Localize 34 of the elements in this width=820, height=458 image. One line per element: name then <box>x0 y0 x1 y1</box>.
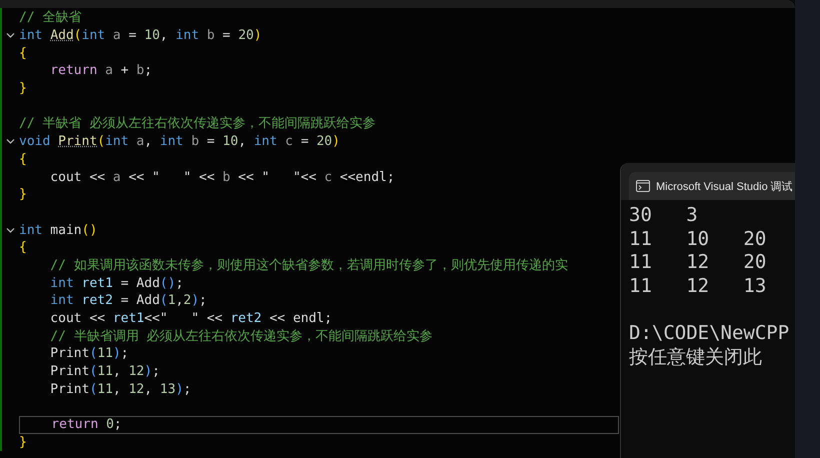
code-comment: // 全缺省 <box>19 9 82 26</box>
console-output-line: 11 12 20 <box>629 251 768 275</box>
code-line: int ret1 = Add(); <box>49 274 184 292</box>
collapse-icon[interactable] <box>6 31 15 40</box>
code-line: int main() <box>19 222 98 239</box>
console-tab[interactable]: Microsoft Visual Studio 调试 <box>629 172 795 200</box>
code-line: { <box>19 150 27 168</box>
console-output-line: 按任意键关闭此 <box>629 346 763 370</box>
code-line: Print(11, 12, 13); <box>49 380 192 398</box>
code-line: void Print(int a, int b = 10, int c = 20) <box>19 133 340 150</box>
code-line: } <box>19 186 27 204</box>
code-line: { <box>19 44 27 62</box>
code-comment: // 半缺省调用 必须从左往右依次传递实参，不能间隔跳跃给实参 <box>49 328 433 345</box>
code-line: Print(11); <box>49 345 129 362</box>
console-output-line: 30 3 <box>629 204 699 228</box>
console-output-line: 11 12 13 <box>629 274 768 298</box>
code-line: } <box>19 434 27 451</box>
collapse-icon[interactable] <box>6 137 15 146</box>
console-output-line: D:\CODE\NewCPP <box>629 322 790 346</box>
code-line: return 0; <box>50 416 122 434</box>
code-line: { <box>19 239 27 256</box>
code-comment: // 半缺省 必须从左往右依次传递实参，不能间隔跳跃给实参 <box>19 115 376 132</box>
code-line: Print(11, 12); <box>49 363 160 380</box>
code-line: cout << a << " " << b << " "<< c <<endl; <box>49 168 395 186</box>
code-line: } <box>19 80 27 98</box>
console-title: Microsoft Visual Studio 调试 <box>656 180 793 194</box>
console-output-line: 11 10 20 <box>629 228 768 252</box>
code-line: cout << ret1<<" " << ret2 << endl; <box>49 310 332 328</box>
code-comment: // 如果调用该函数未传参，则使用这个缺省参数，若调用时传参了，则优先使用传递的实 <box>49 256 568 274</box>
code-line: int Add(int a = 10, int b = 20) <box>19 27 262 44</box>
code-line: return a + b; <box>49 62 152 80</box>
code-line: int ret2 = Add(1,2); <box>49 292 207 310</box>
collapse-icon[interactable] <box>6 226 15 235</box>
console-icon <box>636 180 650 192</box>
